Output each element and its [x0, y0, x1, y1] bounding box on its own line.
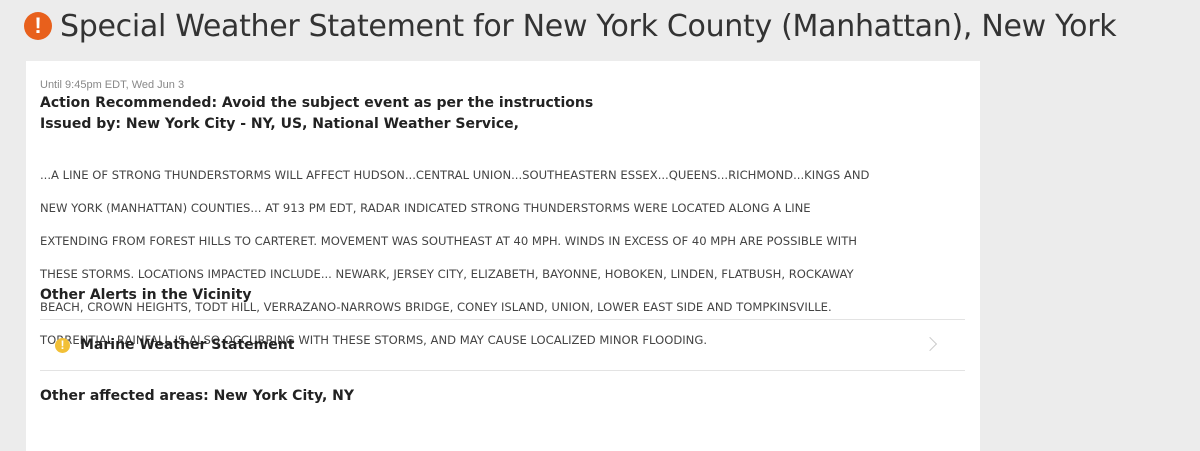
exclamation-circle-icon: ! [24, 12, 52, 40]
divider [40, 370, 965, 371]
exclamation-circle-icon: ! [55, 337, 70, 353]
statement-body-line: NEW YORK (MANHATTAN) COUNTIES... AT 913 … [40, 200, 811, 215]
statement-body-line: EXTENDING FROM FOREST HILLS TO CARTERET.… [40, 233, 858, 248]
page-title: Special Weather Statement for New York C… [60, 8, 1117, 44]
statement-body-line: ...A LINE OF STRONG THUNDERSTORMS WILL A… [40, 167, 870, 182]
chevron-right-icon [922, 336, 938, 352]
alert-details-card: Until 9:45pm EDT, Wed Jun 3 Action Recom… [26, 61, 980, 451]
expiry-time: Until 9:45pm EDT, Wed Jun 3 [40, 79, 185, 91]
page-header: ! Special Weather Statement for New York… [24, 4, 1117, 48]
other-affected-areas: Other affected areas: New York City, NY [40, 388, 355, 404]
alert-item-marine-weather-statement[interactable]: ! Marine Weather Statement [40, 320, 965, 370]
alert-item-label: Marine Weather Statement [80, 337, 295, 353]
other-alerts-heading: Other Alerts in the Vicinity [40, 287, 252, 303]
issued-by: Issued by: New York City - NY, US, Natio… [40, 116, 519, 132]
statement-body-line: THESE STORMS. LOCATIONS IMPACTED INCLUDE… [40, 266, 854, 281]
action-recommended: Action Recommended: Avoid the subject ev… [40, 95, 594, 111]
